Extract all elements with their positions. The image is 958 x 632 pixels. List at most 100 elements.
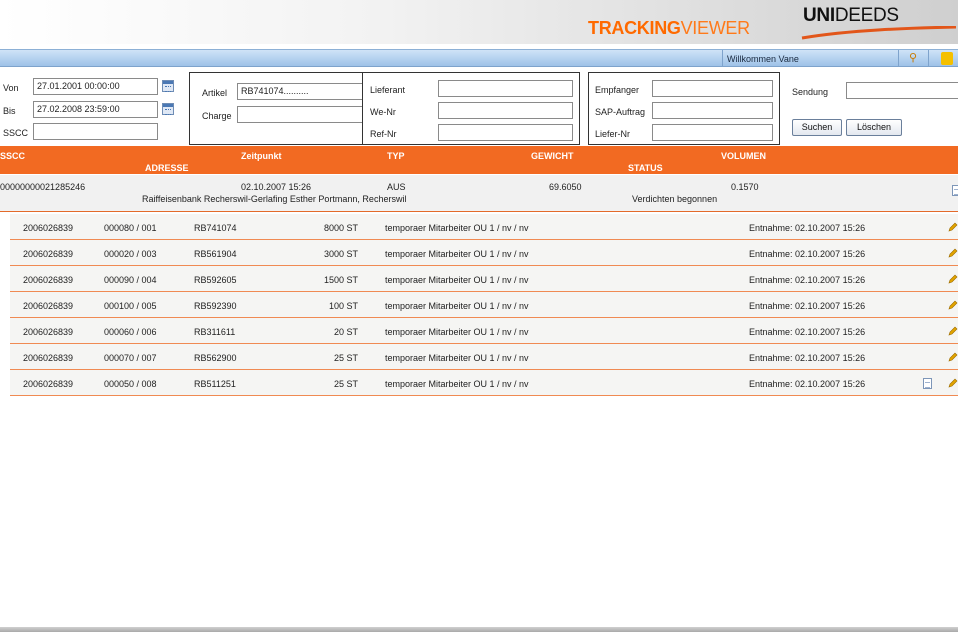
search-button[interactable]: Suchen [792,119,842,136]
welcome-separator [722,50,723,67]
charge-field[interactable] [237,106,373,123]
artikel-label: Artikel [202,88,228,98]
shipment-status: Verdichten begonnen [632,194,718,204]
item-position: 000050 / 008 [104,379,157,389]
welcome-bar: Willkommen Vane ⚲ [0,49,958,67]
item-entnahme: Entnahme: 02.10.2007 15:26 [749,379,866,389]
item-entnahme: Entnahme: 02.10.2007 15:26 [749,223,866,233]
item-menge: 25 ST [333,353,358,363]
unideeds-logo: UNIDEEDS [803,5,899,26]
edit-pencil-icon[interactable] [948,222,958,232]
edit-pencil-icon[interactable] [948,352,958,362]
item-row[interactable]: 2006026839 000070 / 007 RB562900 temporaer … [10,344,958,370]
trackingviewer-logo: TRACKINGVIEWER [588,18,750,38]
col-volumen[interactable]: VOLUMEN [721,151,766,161]
sendung-field[interactable] [846,82,958,99]
lieferant-label: Lieferant [370,85,406,95]
supplier-filter-box: Lieferant We-Nr Ref-Nr [362,72,580,145]
item-position: 000100 / 005 [104,301,157,311]
key-icon[interactable]: ⚲ [906,52,920,65]
item-row[interactable]: 2006026839 000020 / 003 RB561904 temporaer … [10,240,958,266]
shipment-zeitpunkt: 02.10.2007 15:26 [241,182,312,192]
sscc-label: SSCC [3,128,29,138]
item-row[interactable]: 2006026839 000060 / 006 RB311611 temporaer … [10,318,958,344]
document-icon[interactable] [923,378,932,389]
sapauftrag-field[interactable] [652,102,773,119]
wenr-label: We-Nr [370,107,396,117]
shipment-row[interactable]: 00000000021285246 02.10.2007 15:26 AUS 6… [0,175,958,212]
welcome-text: Willkommen Vane [727,54,799,64]
item-artikel: RB741074 [194,223,237,233]
calendar-icon[interactable] [162,103,174,115]
edit-pencil-icon[interactable] [948,274,958,284]
liefernr-label: Liefer-Nr [595,129,631,139]
item-entnahme: Entnahme: 02.10.2007 15:26 [749,353,866,363]
welcome-separator [928,50,929,67]
item-description: temporaer Mitarbeiter OU 1 / nv / nv [385,379,529,389]
charge-label: Charge [202,111,232,121]
edit-pencil-icon[interactable] [948,300,958,310]
liefernr-field[interactable] [652,124,773,141]
item-description: temporaer Mitarbeiter OU 1 / nv / nv [385,353,529,363]
logo-swoosh-icon [801,26,957,40]
edit-pencil-icon[interactable] [948,326,958,336]
item-entnahme: Entnahme: 02.10.2007 15:26 [749,301,866,311]
item-row[interactable]: 2006026839 000100 / 005 RB592390 temporaer … [10,292,958,318]
item-menge: 1500 ST [323,275,358,285]
clear-button[interactable]: Löschen [846,119,902,136]
item-artikel: RB511251 [194,379,236,389]
col-typ[interactable]: TYP [387,151,405,161]
shipment-typ: AUS [387,182,406,192]
welcome-separator [898,50,899,67]
item-artikel: RB561904 [194,249,237,259]
refnr-label: Ref-Nr [370,129,397,139]
item-menge: 3000 ST [323,249,358,259]
artikel-field[interactable]: RB741074.......... [237,83,373,100]
edit-pencil-icon[interactable] [948,248,958,258]
wenr-field[interactable] [438,102,573,119]
col-status[interactable]: STATUS [628,163,663,173]
col-zeitpunkt[interactable]: Zeitpunkt [241,151,282,161]
calendar-icon[interactable] [162,80,174,92]
col-adresse[interactable]: ADRESSE [145,163,189,173]
item-entnahme: Entnahme: 02.10.2007 15:26 [749,249,866,259]
item-position: 000060 / 006 [104,327,157,337]
item-row[interactable]: 2006026839 000090 / 004 RB592605 temporaer … [10,266,958,292]
item-order: 2006026839 [23,275,74,285]
bis-label: Bis [3,106,16,116]
item-description: temporaer Mitarbeiter OU 1 / nv / nv [385,327,529,337]
item-description: temporaer Mitarbeiter OU 1 / nv / nv [385,249,529,259]
von-date-field[interactable]: 27.01.2001 00:00:00 [33,78,158,95]
document-icon[interactable] [952,185,958,196]
item-position: 000070 / 007 [104,353,157,363]
item-order: 2006026839 [23,327,74,337]
sapauftrag-label: SAP-Auftrag [595,107,646,117]
item-description: temporaer Mitarbeiter OU 1 / nv / nv [385,301,529,311]
sendung-label: Sendung [792,87,829,97]
logout-icon[interactable] [941,52,953,65]
item-artikel: RB311611 [194,327,236,337]
item-position: 000020 / 003 [104,249,157,259]
shipment-volumen: 0.1570 [731,182,759,192]
sscc-field[interactable] [33,123,158,140]
shipment-adresse: Raiffeisenbank Recherswil-Gerlafing Esth… [142,194,407,204]
refnr-field[interactable] [438,124,573,141]
item-row[interactable]: 2006026839 000080 / 001 RB741074 temporaer … [10,214,958,240]
results-column-header: SSCC Zeitpunkt TYP GEWICHT VOLUMEN ADRES… [0,146,958,174]
article-filter-box: Artikel RB741074.......... Charge [189,72,380,145]
empfaenger-field[interactable] [652,80,773,97]
col-sscc[interactable]: SSCC [0,151,25,161]
item-entnahme: Entnahme: 02.10.2007 15:26 [749,275,866,285]
col-gewicht[interactable]: GEWICHT [531,151,574,161]
item-description: temporaer Mitarbeiter OU 1 / nv / nv [385,223,529,233]
item-artikel: RB592605 [194,275,237,285]
edit-pencil-icon[interactable] [948,378,958,388]
item-artikel: RB592390 [194,301,237,311]
lieferant-field[interactable] [438,80,573,97]
item-menge: 25 ST [333,379,358,389]
empfaenger-label: Empfanger [595,85,640,95]
bis-date-field[interactable]: 27.02.2008 23:59:00 [33,101,158,118]
item-order: 2006026839 [23,301,74,311]
item-row[interactable]: 2006026839 000050 / 008 RB511251 temporaer … [10,370,958,396]
item-order: 2006026839 [23,379,74,389]
